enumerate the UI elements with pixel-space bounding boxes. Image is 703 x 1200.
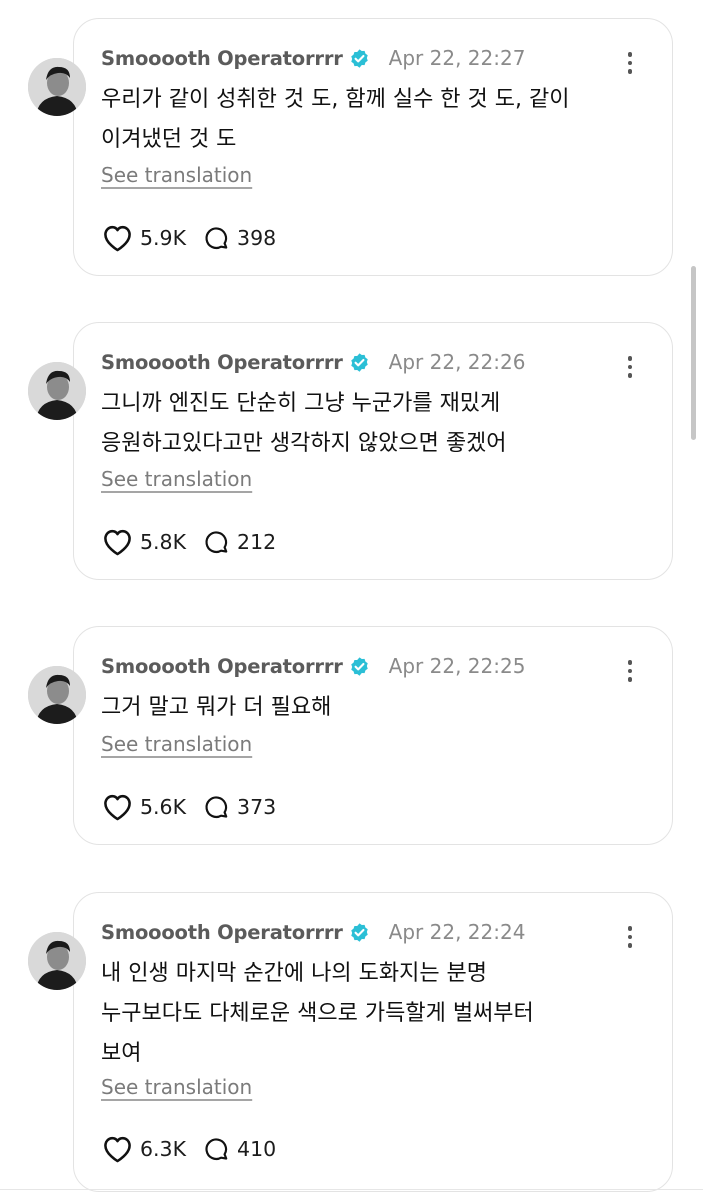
post-text: 우리가 같이 성취한 것 도, 함께 실수 한 것 도, 같이 이겨냈던 것 도	[101, 80, 661, 160]
verified-badge-icon	[349, 48, 370, 69]
reply-button[interactable]: 212	[204, 529, 276, 555]
heart-icon	[102, 528, 133, 556]
avatar[interactable]	[28, 58, 86, 116]
heart-icon	[102, 1135, 133, 1163]
post-text-line: 내 인생 마지막 순간에 나의 도화지는 분명	[101, 961, 488, 986]
reply-button[interactable]: 410	[204, 1136, 276, 1162]
comment-bubble-icon	[204, 794, 230, 820]
post-text: 그니까 엔진도 단순히 그냥 누군가를 재밌게 응원하고있다고만 생각하지 않았…	[101, 384, 661, 464]
verified-badge-icon	[349, 656, 370, 677]
like-button[interactable]: 5.9K	[102, 224, 186, 252]
post-header: Smooooth Operatorrrr Apr 22, 22:24	[101, 915, 525, 949]
post-timestamp: Apr 22, 22:25	[388, 654, 526, 678]
reply-count: 410	[237, 1137, 277, 1161]
like-count: 6.3K	[140, 1137, 187, 1161]
see-translation-link[interactable]: See translation	[101, 732, 252, 756]
post-text-line: 우리가 같이 성취한 것 도, 함께 실수 한 것 도, 같이	[101, 87, 570, 112]
post-header: Smooooth Operatorrrr Apr 22, 22:27	[101, 41, 525, 75]
post-timestamp: Apr 22, 22:27	[388, 46, 526, 70]
like-button[interactable]: 5.8K	[102, 528, 186, 556]
threads-feed: Smooooth Operatorrrr Apr 22, 22:27 우리가 같…	[0, 0, 703, 1200]
reply-button[interactable]: 398	[204, 225, 276, 251]
avatar[interactable]	[28, 932, 86, 990]
username[interactable]: Smooooth Operatorrrr	[101, 351, 343, 374]
see-translation-link[interactable]: See translation	[101, 467, 252, 491]
divider	[0, 1189, 703, 1190]
see-translation-link[interactable]: See translation	[101, 163, 252, 187]
post-text-line: 이겨냈던 것 도	[101, 127, 237, 152]
reply-count: 373	[237, 795, 277, 819]
scrollbar[interactable]	[691, 266, 696, 440]
post-text: 내 인생 마지막 순간에 나의 도화지는 분명 누구보다도 다체로운 색으로 가…	[101, 954, 661, 1074]
verified-badge-icon	[349, 922, 370, 943]
like-count: 5.8K	[140, 530, 187, 554]
username[interactable]: Smooooth Operatorrrr	[101, 921, 343, 944]
post-card: Smooooth Operatorrrr Apr 22, 22:24 내 인생 …	[0, 892, 703, 1192]
more-options-icon[interactable]	[620, 656, 640, 686]
post-actions: 5.8K 212	[102, 524, 276, 560]
post-card: Smooooth Operatorrrr Apr 22, 22:27 우리가 같…	[0, 18, 703, 278]
like-button[interactable]: 5.6K	[102, 793, 186, 821]
like-count: 5.6K	[140, 795, 187, 819]
post-card: Smooooth Operatorrrr Apr 22, 22:26 그니까 엔…	[0, 322, 703, 582]
like-button[interactable]: 6.3K	[102, 1135, 186, 1163]
post-text-line: 누구보다도 다체로운 색으로 가득할게 벌써부터	[101, 1001, 534, 1026]
post-header: Smooooth Operatorrrr Apr 22, 22:26	[101, 345, 525, 379]
more-options-icon[interactable]	[620, 48, 640, 78]
post-text-line: 그거 말고 뭐가 더 필요해	[101, 695, 332, 720]
post-text-line: 응원하고있다고만 생각하지 않았으면 좋겠어	[101, 431, 507, 456]
avatar[interactable]	[28, 362, 86, 420]
comment-bubble-icon	[204, 1136, 230, 1162]
post-timestamp: Apr 22, 22:26	[388, 350, 526, 374]
post-text-line: 그니까 엔진도 단순히 그냥 누군가를 재밌게	[101, 391, 501, 416]
post-actions: 6.3K 410	[102, 1131, 276, 1167]
post-actions: 5.6K 373	[102, 789, 276, 825]
post-text-line: 보여	[101, 1041, 142, 1066]
reply-count: 212	[237, 530, 277, 554]
reply-button[interactable]: 373	[204, 794, 276, 820]
post-card: Smooooth Operatorrrr Apr 22, 22:25 그거 말고…	[0, 626, 703, 886]
more-options-icon[interactable]	[620, 352, 640, 382]
post-text: 그거 말고 뭐가 더 필요해	[101, 688, 661, 728]
comment-bubble-icon	[204, 529, 230, 555]
avatar[interactable]	[28, 666, 86, 724]
reply-count: 398	[237, 226, 277, 250]
verified-badge-icon	[349, 352, 370, 373]
post-actions: 5.9K 398	[102, 220, 276, 256]
more-options-icon[interactable]	[620, 922, 640, 952]
comment-bubble-icon	[204, 225, 230, 251]
username[interactable]: Smooooth Operatorrrr	[101, 655, 343, 678]
username[interactable]: Smooooth Operatorrrr	[101, 47, 343, 70]
post-timestamp: Apr 22, 22:24	[388, 920, 526, 944]
see-translation-link[interactable]: See translation	[101, 1075, 252, 1099]
post-header: Smooooth Operatorrrr Apr 22, 22:25	[101, 649, 525, 683]
like-count: 5.9K	[140, 226, 187, 250]
heart-icon	[102, 793, 133, 821]
heart-icon	[102, 224, 133, 252]
